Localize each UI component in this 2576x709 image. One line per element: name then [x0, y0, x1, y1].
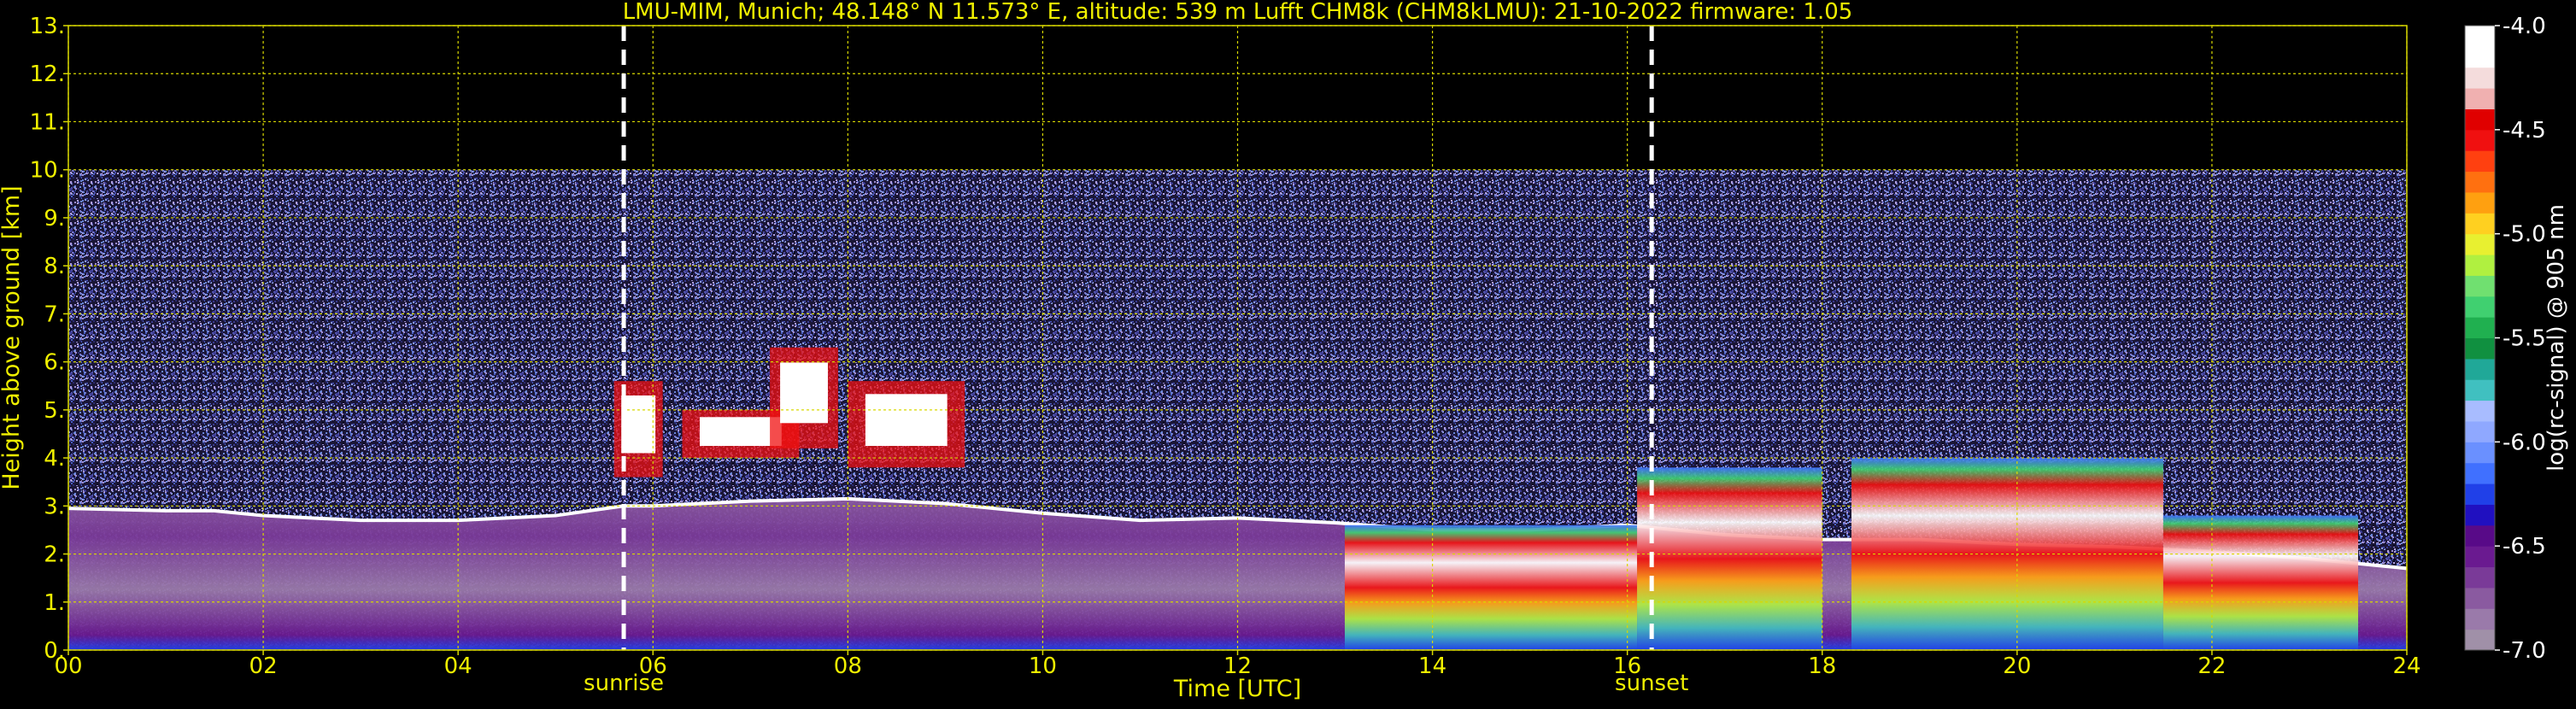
y-tick-label-12: 12.: [30, 62, 65, 87]
colorbar-label: log(rc-signal) @ 905 nm: [2544, 204, 2569, 472]
colorbar-segment: [2465, 420, 2495, 442]
colorbar-segment: [2465, 587, 2495, 609]
y-tick-label-0: 0.: [44, 638, 65, 664]
chart-title: LMU-MIM, Munich; 48.148° N 11.573° E, al…: [623, 0, 1853, 25]
colorbar-segment: [2465, 191, 2495, 214]
colorbar-segment: [2465, 296, 2495, 318]
colorbar-segment: [2465, 608, 2495, 630]
x-tick-label-4: 08: [834, 653, 862, 679]
colorbar-tick-label-4: -6.0: [2503, 430, 2546, 455]
colorbar-segment: [2465, 317, 2495, 338]
x-tick-label-12: 24: [2392, 653, 2421, 679]
colorbar-segment: [2465, 400, 2495, 422]
y-tick-label-2: 2.: [44, 542, 65, 568]
ceilometer-chart: sunrise sunset 00 02 04 06 08 10 12 14 16 18 20 22 24 0…: [0, 0, 2576, 706]
y-tick-label-8: 8.: [44, 254, 65, 279]
x-tick-label-1: 02: [249, 653, 278, 679]
colorbar-segment: [2465, 150, 2495, 173]
y-tick-label-11: 11.: [30, 109, 65, 135]
colorbar-segment: [2465, 88, 2495, 109]
x-tick-label-2: 04: [444, 653, 472, 679]
colorbar-tick-label-1: -4.5: [2503, 118, 2546, 144]
y-tick-label-3: 3.: [44, 494, 65, 519]
colorbar-segment: [2465, 524, 2495, 547]
colorbar-segment: [2465, 566, 2495, 589]
x-axis-label: Time [UTC]: [1173, 676, 1301, 702]
chart-svg: sunrise sunset00 02 04 06 08 10 12 14 16 18 20 22 240…: [0, 0, 2569, 702]
colorbar-segment: [2465, 46, 2495, 68]
colorbar-segment: [2465, 275, 2495, 297]
colorbar-segment: [2465, 129, 2495, 151]
colorbar-segment: [2465, 358, 2495, 380]
mid-cloud-core-3: [865, 394, 948, 447]
y-tick-label-4: 4.: [44, 446, 65, 472]
strong-cloud-1: [1637, 467, 1822, 650]
y-tick-label-13: 13.: [30, 14, 65, 39]
mid-cloud-core-1: [699, 417, 782, 447]
x-tick-label-3: 06: [639, 653, 667, 679]
colorbar-segment: [2465, 504, 2495, 526]
colorbar-tick-label-2: -5.0: [2503, 222, 2546, 248]
x-tick-label-10: 20: [2003, 653, 2031, 679]
colorbar-tick-label-6: -7.0: [2503, 638, 2546, 664]
colorbar-tick-label-0: -4.0: [2503, 14, 2546, 39]
colorbar-tick-label-5: -6.5: [2503, 534, 2546, 560]
x-tick-label-9: 18: [1808, 653, 1836, 679]
x-tick-label-7: 14: [1418, 653, 1446, 679]
y-tick-label-6: 6.: [44, 350, 65, 376]
colorbar-segment: [2465, 108, 2495, 131]
colorbar-segment: [2465, 379, 2495, 401]
y-tick-label-10: 10.: [30, 158, 65, 184]
colorbar-segment: [2465, 255, 2495, 276]
colorbar-segment: [2465, 213, 2495, 235]
colorbar-segment: [2465, 546, 2495, 568]
colorbar-segment: [2465, 26, 2495, 47]
colorbar-segment: [2465, 171, 2495, 193]
x-tick-label-8: 16: [1613, 653, 1641, 679]
colorbar-segment: [2465, 233, 2495, 255]
colorbar-segment: [2465, 67, 2495, 89]
colorbar-segment: [2465, 483, 2495, 505]
colorbar-segment: [2465, 337, 2495, 360]
y-tick-label-7: 7.: [44, 302, 65, 327]
x-tick-label-5: 10: [1029, 653, 1057, 679]
colorbar-segment: [2465, 629, 2495, 651]
strong-cloud-3: [2162, 515, 2358, 650]
colorbar-tick-label-3: -5.5: [2503, 326, 2546, 352]
colorbar-segment: [2465, 442, 2495, 464]
y-tick-label-5: 5.: [44, 398, 65, 424]
mid-cloud-core-0: [621, 395, 656, 454]
y-tick-label-9: 9.: [44, 206, 65, 231]
y-axis-label: Height above ground [km]: [0, 185, 25, 489]
strong-cloud-0: [1344, 524, 1638, 650]
x-tick-label-11: 22: [2198, 653, 2226, 679]
mid-cloud-core-2: [780, 362, 828, 424]
y-tick-label-1: 1.: [44, 590, 65, 616]
colorbar-segment: [2465, 462, 2495, 484]
